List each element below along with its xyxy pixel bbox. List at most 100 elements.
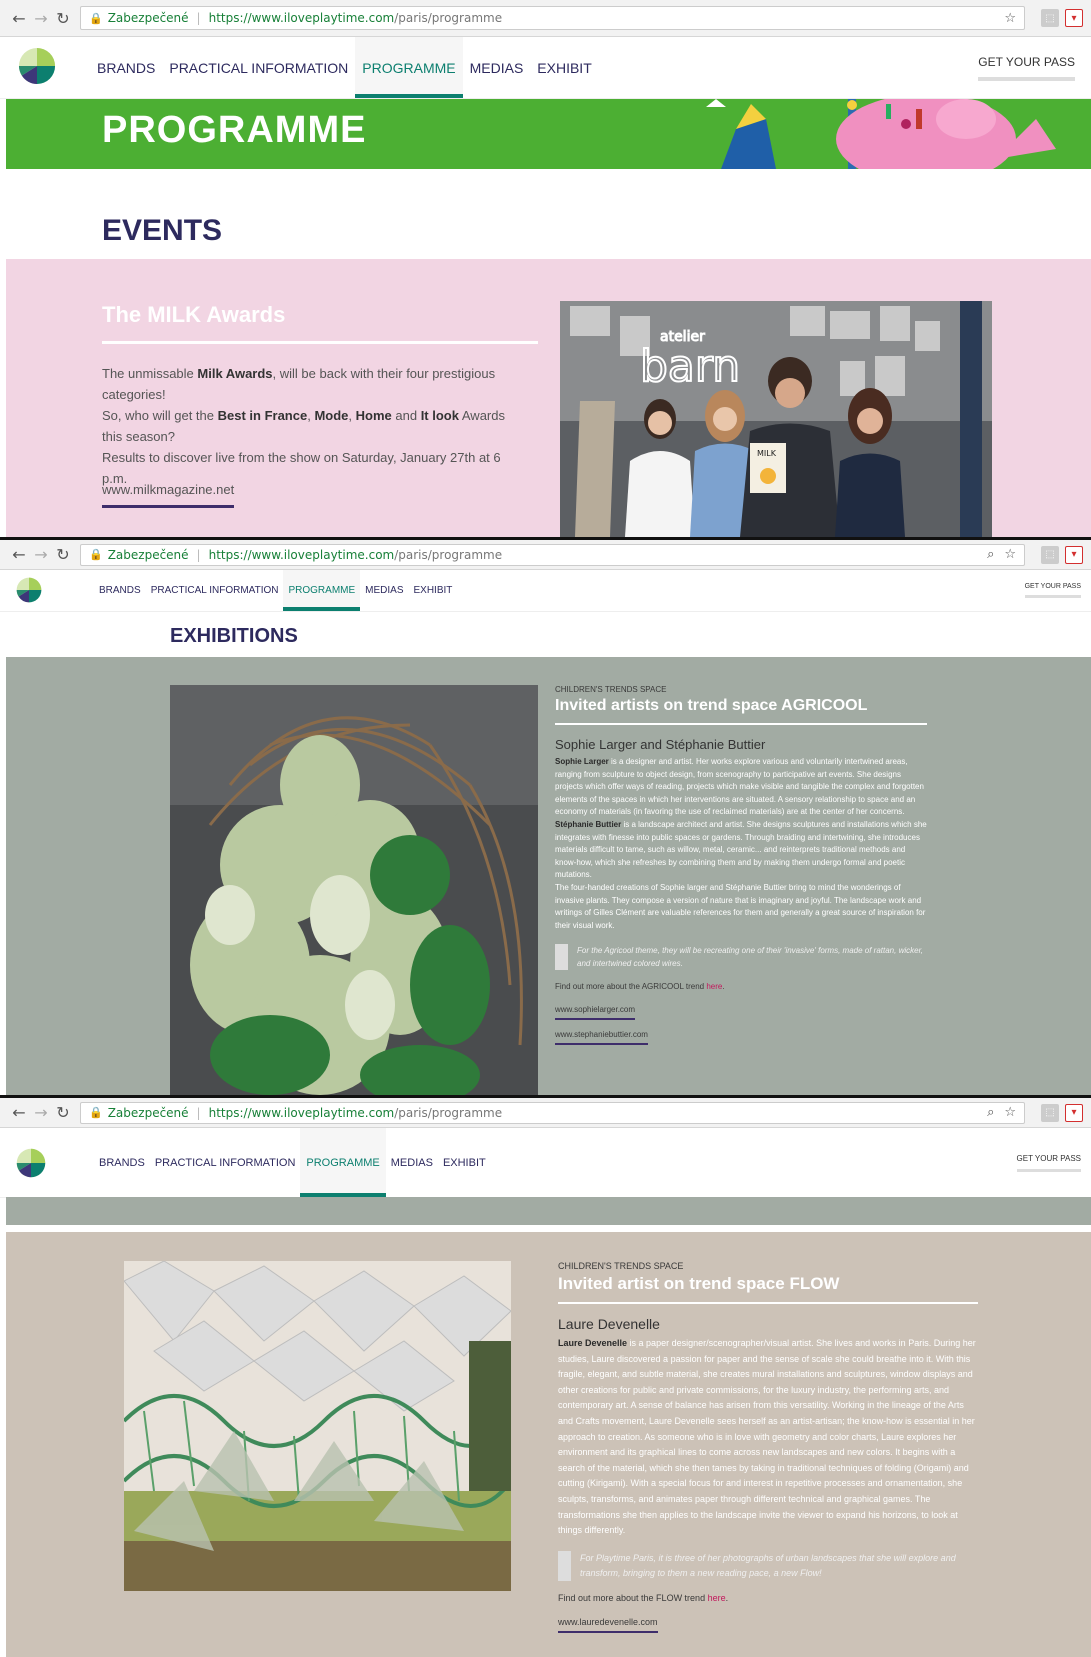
- bookmark-star-icon[interactable]: ☆: [1004, 11, 1016, 26]
- nav-exhibit[interactable]: EXHIBIT: [409, 570, 458, 611]
- sophie-larger-bold: Sophie Larger: [555, 757, 609, 766]
- flow-text-column: CHILDREN'S TRENDS SPACE Invited artist o…: [558, 1261, 978, 1633]
- url-path: /paris/programme: [394, 547, 503, 562]
- milk-magazine-link[interactable]: www.milkmagazine.net: [102, 482, 235, 508]
- award-it-look: It look: [420, 408, 459, 423]
- flow-paper-bridge-photo: [124, 1261, 511, 1591]
- flow-title: Invited artist on trend space FLOW: [558, 1274, 840, 1293]
- back-icon[interactable]: ←: [8, 545, 30, 564]
- get-your-pass-button[interactable]: GET YOUR PASS: [1016, 1154, 1081, 1172]
- site-header: BRANDS PRACTICAL INFORMATION PROGRAMME M…: [0, 570, 1091, 612]
- nav-practical-information[interactable]: PRACTICAL INFORMATION: [150, 1128, 301, 1197]
- url-separator: |: [196, 11, 201, 25]
- agricool-section: CHILDREN'S TRENDS SPACE Invited artists …: [6, 657, 1091, 1095]
- pdf-extension-icon[interactable]: ⬚: [1041, 1103, 1059, 1122]
- url-host: https://www.iloveplaytime.com: [208, 1105, 395, 1120]
- zoom-icon[interactable]: ⌕: [987, 547, 994, 562]
- flow-findout-text: Find out more about the FLOW trend: [558, 1592, 708, 1603]
- back-icon[interactable]: ←: [8, 9, 30, 28]
- nav-brands[interactable]: BRANDS: [94, 1128, 150, 1197]
- secure-label: Zabezpečené: [107, 1105, 189, 1120]
- pdf-extension-icon[interactable]: ⬚: [1041, 545, 1059, 564]
- nav-programme[interactable]: PROGRAMME: [355, 37, 463, 98]
- previous-section-strip: [6, 1197, 1091, 1225]
- get-your-pass-button[interactable]: GET YOUR PASS: [978, 55, 1075, 81]
- photo-sign-barn: barn: [640, 341, 740, 392]
- exhibitions-heading: EXHIBITIONS: [170, 625, 298, 647]
- stephanie-buttier-bold: Stéphanie Buttier: [555, 819, 622, 829]
- lock-icon: 🔒: [89, 11, 103, 25]
- address-bar[interactable]: 🔒 Zabezpečené | https://www.iloveplaytim…: [80, 543, 1025, 566]
- nav-medias[interactable]: MEDIAS: [463, 37, 531, 98]
- lock-icon: 🔒: [89, 548, 103, 561]
- flow-description: Laure Devenelle is a paper designer/scen…: [558, 1336, 978, 1539]
- nav-brands[interactable]: BRANDS: [94, 570, 146, 611]
- flow-here-link[interactable]: here: [708, 1593, 726, 1603]
- screenshot-3: ← → ↻ 🔒 Zabezpečené | https://www.ilovep…: [0, 1098, 1091, 1657]
- award-home: Home: [355, 408, 392, 423]
- agricool-artist-names: Sophie Larger and Stéphanie Buttier: [555, 737, 766, 752]
- reload-icon[interactable]: ↻: [52, 9, 74, 28]
- nav-programme[interactable]: PROGRAMME: [283, 570, 361, 611]
- playtime-logo-icon[interactable]: [16, 577, 42, 603]
- agricool-p3: The four-handed creations of Sophie larg…: [555, 882, 926, 930]
- pdf-extension-icon[interactable]: ⬚: [1041, 9, 1059, 27]
- browser-toolbar: ← → ↻ 🔒 Zabezpečené | https://www.ilovep…: [0, 540, 1091, 570]
- programme-banner: PROGRAMME: [6, 99, 1091, 169]
- nav-practical-information[interactable]: PRACTICAL INFORMATION: [146, 570, 284, 611]
- nav-exhibit[interactable]: EXHIBIT: [530, 37, 598, 98]
- laure-devenelle-link[interactable]: www.lauredevenelle.com: [558, 1617, 658, 1633]
- address-bar[interactable]: 🔒 Zabezpečené | https://www.iloveplaytim…: [80, 1101, 1025, 1124]
- agricool-title-rule: [555, 723, 927, 725]
- site-header: BRANDS PRACTICAL INFORMATION PROGRAMME M…: [0, 1128, 1091, 1198]
- nav-medias[interactable]: MEDIAS: [360, 570, 408, 611]
- flow-section: CHILDREN'S TRENDS SPACE Invited artist o…: [6, 1232, 1091, 1657]
- banner-illustration-icon: [706, 99, 1056, 169]
- nav-brands[interactable]: BRANDS: [90, 37, 162, 98]
- url-path: /paris/programme: [394, 11, 503, 25]
- bookmark-star-icon[interactable]: ☆: [1004, 547, 1016, 562]
- secure-label: Zabezpečené: [107, 547, 189, 562]
- address-bar[interactable]: 🔒 Zabezpečené | https://www.iloveplaytim…: [80, 6, 1025, 30]
- laure-devenelle-bold: Laure Devenelle: [558, 1338, 628, 1348]
- url-separator: |: [196, 547, 201, 562]
- playtime-logo-icon[interactable]: [18, 47, 56, 85]
- forward-icon[interactable]: →: [30, 1103, 52, 1122]
- nav-programme[interactable]: PROGRAMME: [300, 1128, 387, 1197]
- flow-title-rule: [558, 1302, 978, 1304]
- award-mode: Mode: [314, 408, 349, 423]
- flow-artist-name: Laure Devenelle: [558, 1316, 660, 1332]
- pocket-extension-icon[interactable]: ▾: [1065, 545, 1083, 564]
- bookmark-star-icon[interactable]: ☆: [1004, 1105, 1016, 1120]
- pocket-extension-icon[interactable]: ▾: [1065, 1103, 1083, 1122]
- browser-toolbar: ← → ↻ 🔒 Zabezpečené | https://www.ilovep…: [0, 1098, 1091, 1128]
- milk-p1-bold: Milk Awards: [197, 366, 273, 381]
- stephanie-buttier-link[interactable]: www.stephaniebuttier.com: [555, 1030, 648, 1046]
- agricool-findout-text: Find out more about the AGRICOOL trend: [555, 982, 707, 992]
- pocket-extension-icon[interactable]: ▾: [1065, 9, 1083, 27]
- zoom-icon[interactable]: ⌕: [987, 1105, 994, 1120]
- url-separator: |: [196, 1105, 201, 1120]
- back-icon[interactable]: ←: [8, 1103, 30, 1122]
- get-your-pass-button[interactable]: GET YOUR PASS: [1024, 583, 1081, 598]
- nav-medias[interactable]: MEDIAS: [386, 1128, 438, 1197]
- agricool-title: Invited artists on trend space AGRICOOL: [555, 697, 868, 714]
- flow-findout: Find out more about the FLOW trend here.: [558, 1592, 729, 1603]
- forward-icon[interactable]: →: [30, 9, 52, 28]
- agricool-quote: For the Agricool theme, they will be rec…: [555, 944, 927, 971]
- events-heading: EVENTS: [102, 214, 223, 247]
- forward-icon[interactable]: →: [30, 545, 52, 564]
- nav-practical-information[interactable]: PRACTICAL INFORMATION: [162, 37, 355, 98]
- reload-icon[interactable]: ↻: [52, 1103, 74, 1122]
- agricool-text-column: CHILDREN'S TRENDS SPACE Invited artists …: [555, 685, 927, 1046]
- milk-p2-pre: So, who will get the: [102, 408, 218, 423]
- flow-quote: For Playtime Paris, it is three of her p…: [558, 1550, 978, 1581]
- sophie-larger-link[interactable]: www.sophielarger.com: [555, 1005, 636, 1021]
- agricool-here-link[interactable]: here: [706, 982, 722, 991]
- reload-icon[interactable]: ↻: [52, 545, 74, 564]
- main-menu: BRANDS PRACTICAL INFORMATION PROGRAMME M…: [94, 1128, 491, 1197]
- nav-exhibit[interactable]: EXHIBIT: [438, 1128, 491, 1197]
- banner-title: PROGRAMME: [102, 109, 367, 151]
- lock-icon: 🔒: [89, 1106, 103, 1119]
- playtime-logo-icon[interactable]: [16, 1148, 46, 1178]
